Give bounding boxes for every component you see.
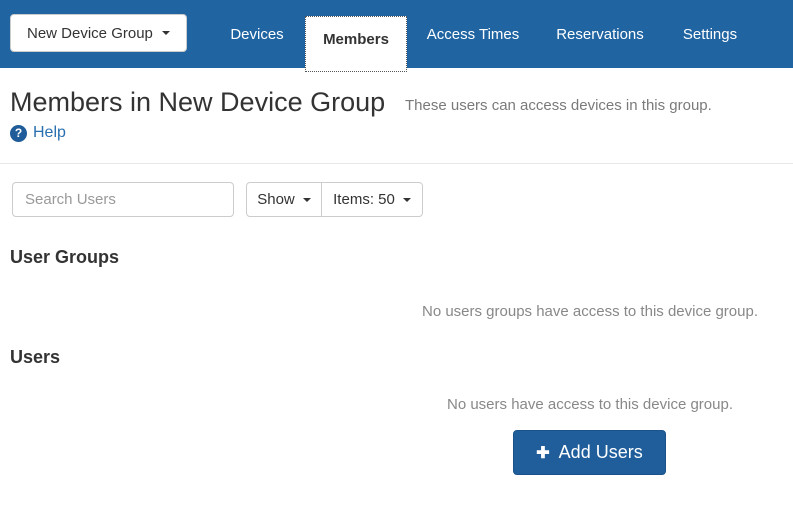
page-title: Members in New Device Group (10, 87, 386, 117)
device-group-dropdown-label: New Device Group (27, 24, 153, 42)
header-divider (0, 163, 793, 164)
items-per-page-dropdown-button[interactable]: Items: 50 (321, 182, 423, 217)
tab-access-times[interactable]: Access Times (426, 0, 520, 68)
chevron-down-icon (302, 197, 311, 202)
show-dropdown-label: Show (257, 191, 295, 208)
chevron-down-icon (402, 197, 411, 202)
filter-button-group: Show Items: 50 (246, 182, 423, 217)
users-heading: Users (10, 347, 61, 367)
tab-reservations-label: Reservations (556, 25, 644, 43)
tab-settings-label: Settings (682, 25, 738, 43)
page-subtitle: These users can access devices in this g… (405, 97, 712, 114)
show-dropdown-button[interactable]: Show (246, 182, 322, 217)
tab-access-times-label: Access Times (426, 25, 520, 43)
chevron-down-icon (161, 31, 170, 35)
header-bar: New Device Group Devices Members Access … (0, 0, 793, 72)
users-empty-message: No users have access to this device grou… (447, 396, 733, 413)
user-groups-heading: User Groups (10, 247, 120, 267)
search-users-input[interactable] (12, 182, 234, 217)
help-link[interactable]: ? Help (10, 124, 66, 142)
tab-devices[interactable]: Devices (224, 0, 290, 68)
page: New Device Group Devices Members Access … (0, 0, 793, 508)
tab-reservations[interactable]: Reservations (553, 0, 647, 68)
device-group-dropdown-button[interactable]: New Device Group (10, 14, 187, 52)
add-users-button-label: Add Users (558, 442, 643, 462)
question-mark-icon: ? (10, 124, 27, 142)
tab-settings[interactable]: Settings (682, 0, 738, 68)
tab-devices-label: Devices (230, 25, 284, 43)
tab-members[interactable]: Members (305, 16, 407, 72)
tab-members-label: Members (323, 30, 389, 48)
add-users-button[interactable]: ✚ Add Users (513, 430, 666, 475)
plus-icon: ✚ (536, 444, 550, 462)
user-groups-empty-message: No users groups have access to this devi… (421, 303, 758, 320)
items-per-page-label: Items: 50 (333, 191, 395, 208)
help-link-label: Help (33, 124, 66, 141)
